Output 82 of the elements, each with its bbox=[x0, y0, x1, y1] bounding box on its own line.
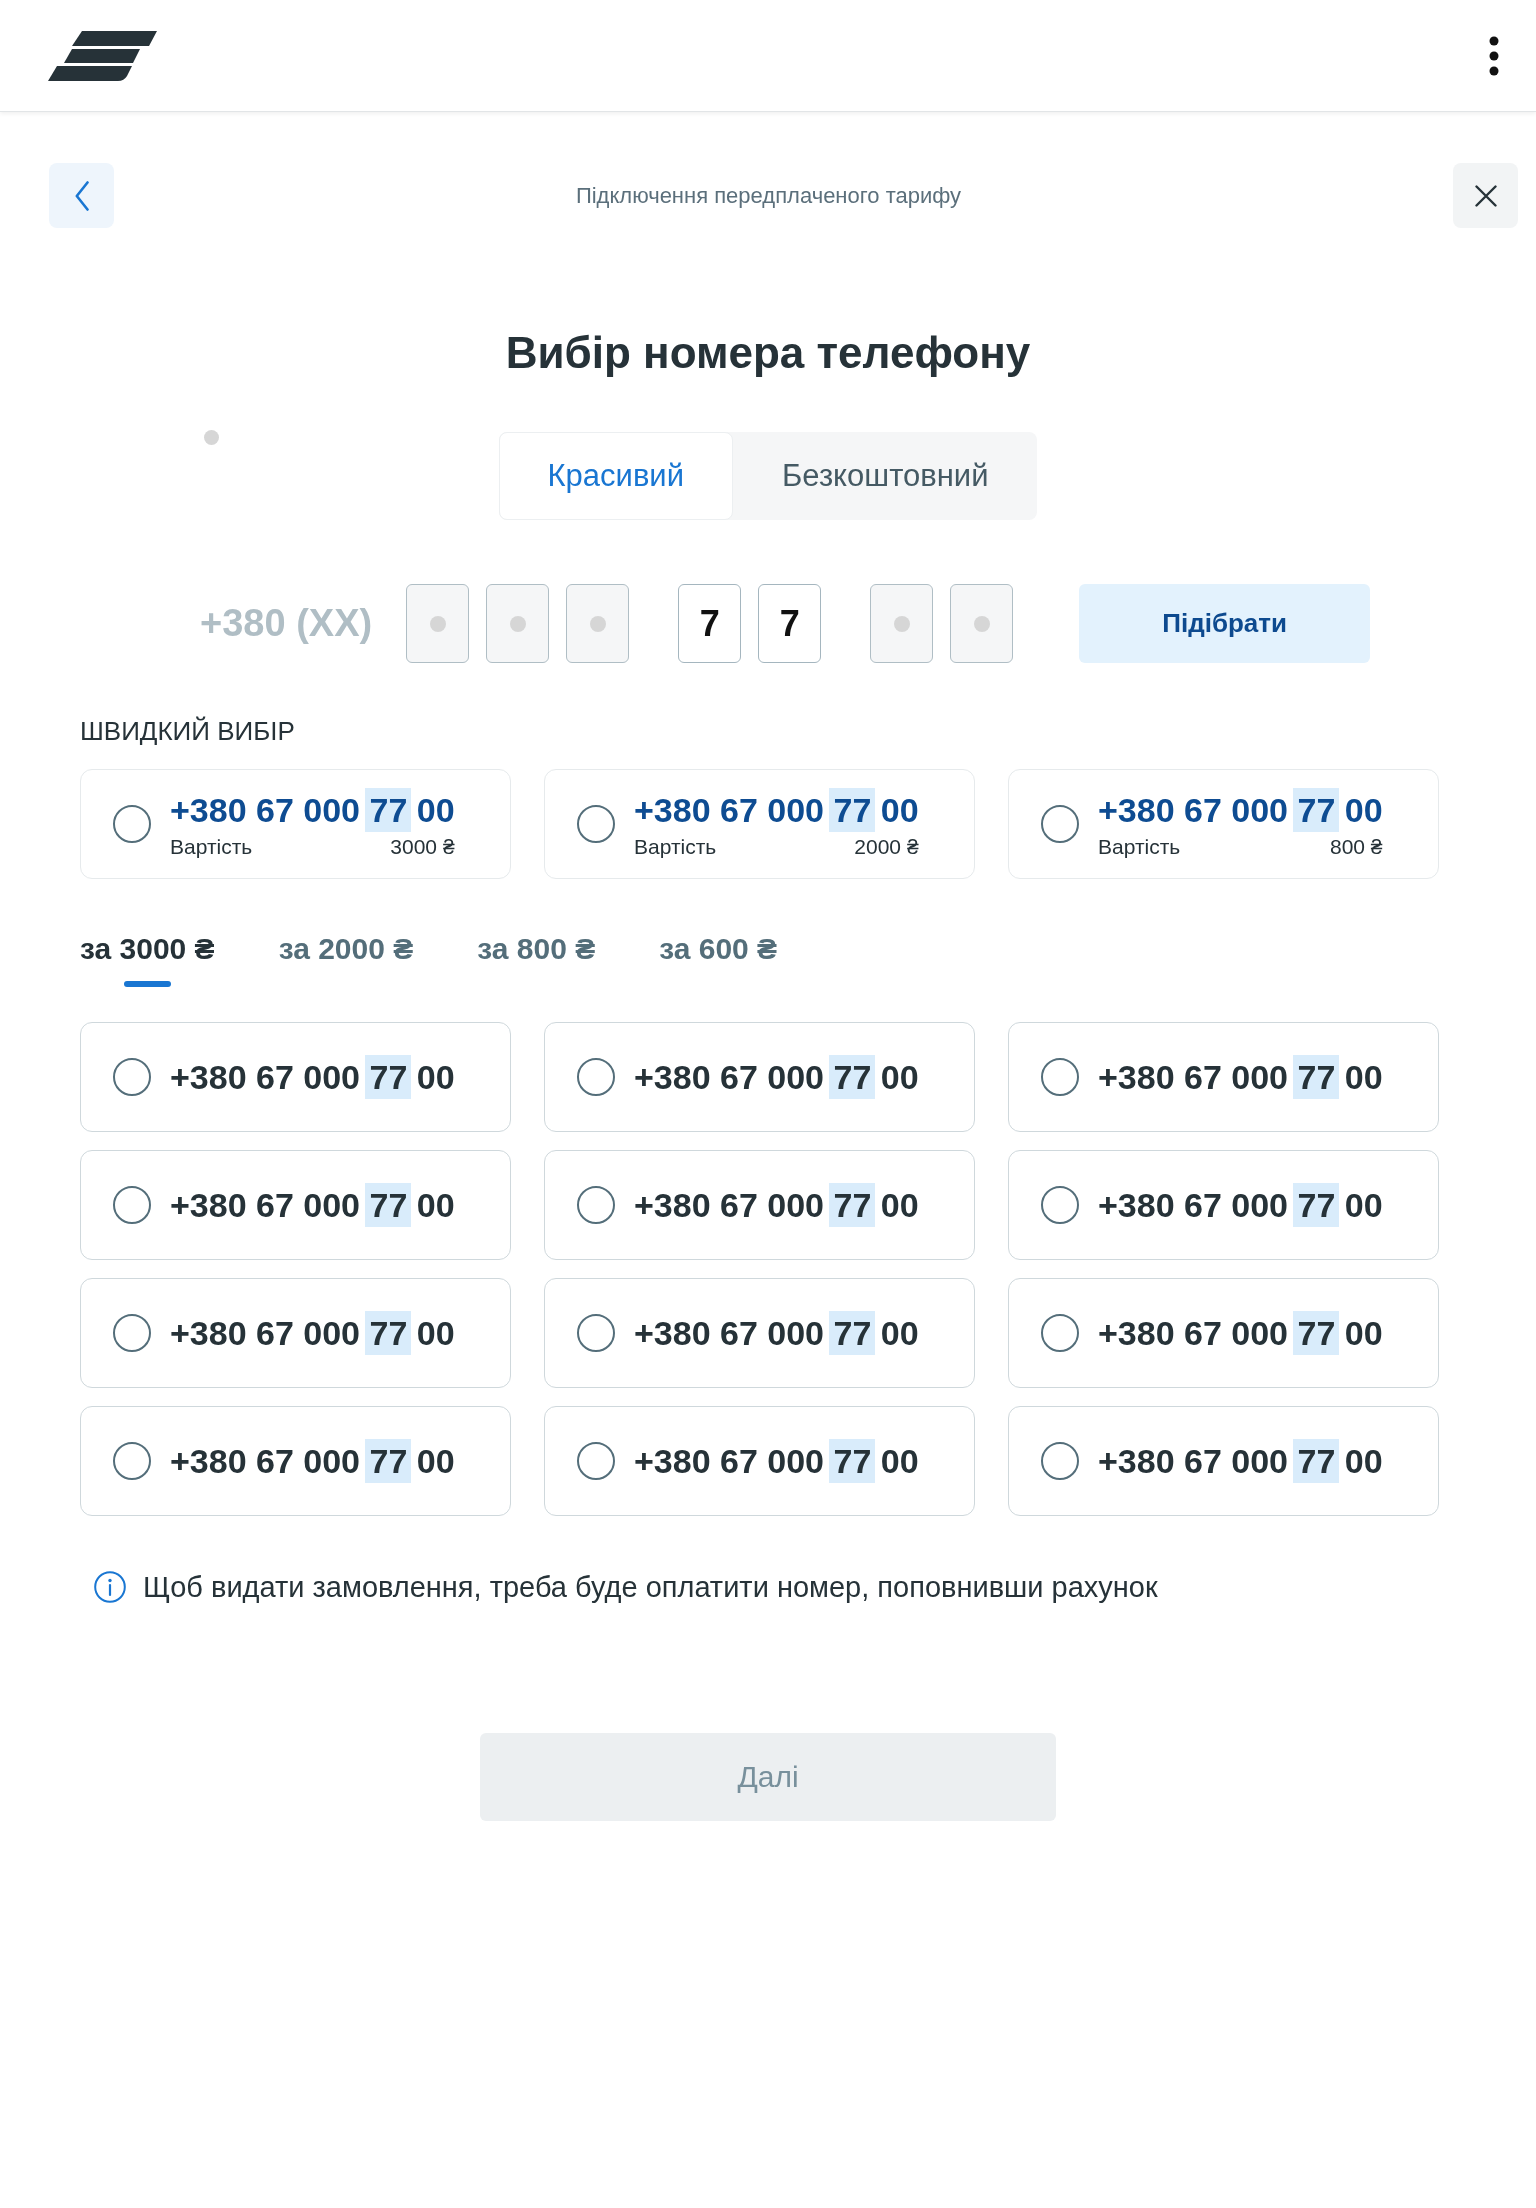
radio-button[interactable] bbox=[113, 1058, 151, 1096]
number-option-card[interactable]: +380 67 000 77 00 bbox=[544, 1278, 975, 1388]
radio-button[interactable] bbox=[577, 805, 615, 843]
digit-field[interactable] bbox=[566, 584, 630, 663]
logo-icon bbox=[48, 30, 158, 81]
price-tab[interactable]: за 3000 ₴ bbox=[80, 931, 215, 987]
digit-field[interactable]: 7 bbox=[678, 584, 742, 663]
radio-button[interactable] bbox=[1041, 1314, 1079, 1352]
radio-button[interactable] bbox=[113, 1186, 151, 1224]
radio-button[interactable] bbox=[1041, 805, 1079, 843]
digit-field[interactable] bbox=[406, 584, 470, 663]
radio-button[interactable] bbox=[577, 1186, 615, 1224]
placeholder-dot-icon bbox=[429, 615, 446, 632]
more-icon[interactable] bbox=[1489, 35, 1499, 76]
radio-button[interactable] bbox=[113, 805, 151, 843]
mode-tab[interactable]: Безкоштовний bbox=[733, 432, 1038, 520]
phone-number: +380 67 000 77 00 bbox=[1098, 1055, 1383, 1099]
placeholder-dot-icon bbox=[973, 615, 990, 632]
info-text: Щоб видати замовлення, треба буде оплатити номер, поповнивши рахунок bbox=[143, 1570, 1158, 1605]
radio-button[interactable] bbox=[113, 1314, 151, 1352]
number-option-card[interactable]: +380 67 000 77 00 bbox=[80, 1150, 511, 1260]
radio-button[interactable] bbox=[1041, 1442, 1079, 1480]
radio-button[interactable] bbox=[577, 1058, 615, 1096]
close-icon bbox=[1474, 184, 1497, 207]
radio-button[interactable] bbox=[577, 1314, 615, 1352]
dot-icon bbox=[204, 430, 219, 445]
radio-button[interactable] bbox=[1041, 1186, 1079, 1224]
phone-prefix: +380 (XX) bbox=[200, 602, 373, 645]
radio-button[interactable] bbox=[113, 1442, 151, 1480]
phone-number: +380 67 000 77 00 bbox=[634, 788, 919, 832]
radio-button[interactable] bbox=[1041, 1058, 1079, 1096]
phone-number: +380 67 000 77 00 bbox=[634, 1183, 919, 1227]
phone-number: +380 67 000 77 00 bbox=[634, 1311, 919, 1355]
phone-number: +380 67 000 77 00 bbox=[634, 1439, 919, 1483]
number-option-card[interactable]: +380 67 000 77 00 Вартість 800 ₴ bbox=[1008, 769, 1439, 879]
chevron-left-icon bbox=[74, 180, 89, 211]
number-option-card[interactable]: +380 67 000 77 00 bbox=[80, 1278, 511, 1388]
cost-label: Вартість bbox=[1098, 834, 1181, 860]
placeholder-dot-icon bbox=[589, 615, 606, 632]
phone-number: +380 67 000 77 00 bbox=[1098, 1311, 1383, 1355]
number-option-card[interactable]: +380 67 000 77 00 bbox=[544, 1022, 975, 1132]
price-tab[interactable]: за 600 ₴ bbox=[659, 931, 778, 987]
close-button[interactable] bbox=[1453, 163, 1518, 228]
number-option-card[interactable]: +380 67 000 77 00 bbox=[80, 1022, 511, 1132]
cost-label: Вартість bbox=[634, 834, 717, 860]
digit-field[interactable] bbox=[950, 584, 1014, 663]
phone-number: +380 67 000 77 00 bbox=[1098, 1439, 1383, 1483]
number-option-card[interactable]: +380 67 000 77 00 bbox=[1008, 1150, 1439, 1260]
price-value: 800 ₴ bbox=[1330, 834, 1383, 860]
phone-number: +380 67 000 77 00 bbox=[170, 1183, 455, 1227]
price-value: 2000 ₴ bbox=[854, 834, 919, 860]
phone-number: +380 67 000 77 00 bbox=[1098, 788, 1383, 832]
number-option-card[interactable]: +380 67 000 77 00 Вартість 3000 ₴ bbox=[80, 769, 511, 879]
page-heading: Вибір номера телефону bbox=[504, 327, 1032, 379]
price-tab[interactable]: за 2000 ₴ bbox=[278, 931, 414, 987]
mode-tab[interactable]: Красивий bbox=[498, 432, 733, 520]
phone-number: +380 67 000 77 00 bbox=[170, 788, 455, 832]
phone-number: +380 67 000 77 00 bbox=[634, 1055, 919, 1099]
digit-field[interactable] bbox=[870, 584, 934, 663]
price-value: 3000 ₴ bbox=[390, 834, 455, 860]
number-option-card[interactable]: +380 67 000 77 00 bbox=[544, 1406, 975, 1516]
radio-button[interactable] bbox=[577, 1442, 615, 1480]
placeholder-dot-icon bbox=[509, 615, 526, 632]
number-option-card[interactable]: +380 67 000 77 00 Вартість 2000 ₴ bbox=[544, 769, 975, 879]
section-title: ШВИДКИЙ ВИБІР bbox=[80, 716, 296, 746]
placeholder-dot-icon bbox=[893, 615, 910, 632]
cost-label: Вартість bbox=[170, 834, 253, 860]
phone-number: +380 67 000 77 00 bbox=[170, 1055, 455, 1099]
number-option-card[interactable]: +380 67 000 77 00 bbox=[80, 1406, 511, 1516]
info-icon bbox=[94, 1571, 126, 1603]
pick-button[interactable]: Підібрати bbox=[1079, 584, 1371, 663]
number-option-card[interactable]: +380 67 000 77 00 bbox=[1008, 1278, 1439, 1388]
phone-number: +380 67 000 77 00 bbox=[1098, 1183, 1383, 1227]
digit-field[interactable] bbox=[486, 584, 550, 663]
price-tab[interactable]: за 800 ₴ bbox=[477, 931, 596, 987]
number-option-card[interactable]: +380 67 000 77 00 bbox=[544, 1150, 975, 1260]
number-option-card[interactable]: +380 67 000 77 00 bbox=[1008, 1406, 1439, 1516]
digit-field[interactable]: 7 bbox=[758, 584, 822, 663]
page-subtitle: Підключення передплаченого тарифу bbox=[574, 182, 963, 209]
phone-number: +380 67 000 77 00 bbox=[170, 1439, 455, 1483]
phone-number: +380 67 000 77 00 bbox=[170, 1311, 455, 1355]
number-option-card[interactable]: +380 67 000 77 00 bbox=[1008, 1022, 1439, 1132]
